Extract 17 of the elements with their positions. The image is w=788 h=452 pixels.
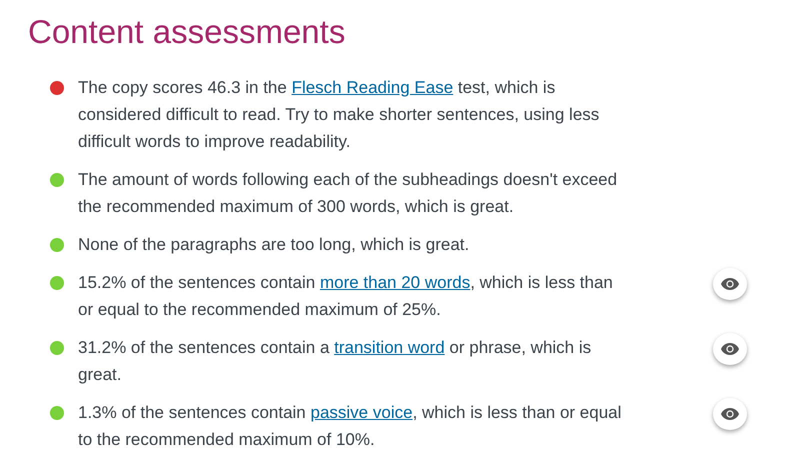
assessment-text: 15.2% of the sentences contain more than 20 words, which is less than or equal to the recommended maximum of 25%. bbox=[78, 272, 614, 321]
text-link[interactable]: passive voice bbox=[310, 403, 413, 422]
highlight-button[interactable] bbox=[713, 333, 747, 365]
assessment-text: 31.2% of the sentences contain a transition word or phrase, which is great. bbox=[78, 337, 592, 386]
section-heading: Content assessments bbox=[28, 12, 346, 52]
text-link[interactable]: more than 20 words bbox=[320, 273, 470, 292]
eye-icon bbox=[721, 343, 739, 355]
assessment-text: The copy scores 46.3 in the Flesch Reading Ease test, which is considered difficult to read. Try to make shorter sentences, using less difficult words to improve readability. bbox=[78, 77, 600, 153]
text-link[interactable]: transition word bbox=[334, 338, 445, 357]
assessment-text: None of the paragraphs are too long, which is great. bbox=[78, 234, 470, 256]
highlight-button[interactable] bbox=[713, 398, 747, 430]
assessment-text: 1.3% of the sentences contain passive voice, which is less than or equal to the recommended maximum of 10%. bbox=[78, 402, 622, 451]
eye-icon bbox=[721, 408, 739, 420]
text-link[interactable]: Flesch Reading Ease bbox=[292, 78, 454, 97]
highlight-button[interactable] bbox=[713, 268, 747, 300]
assessment-text: The amount of words following each of the subheadings doesn't exceed the recommended maximum of 300 words, which is great. bbox=[78, 169, 618, 218]
eye-icon bbox=[721, 278, 739, 290]
